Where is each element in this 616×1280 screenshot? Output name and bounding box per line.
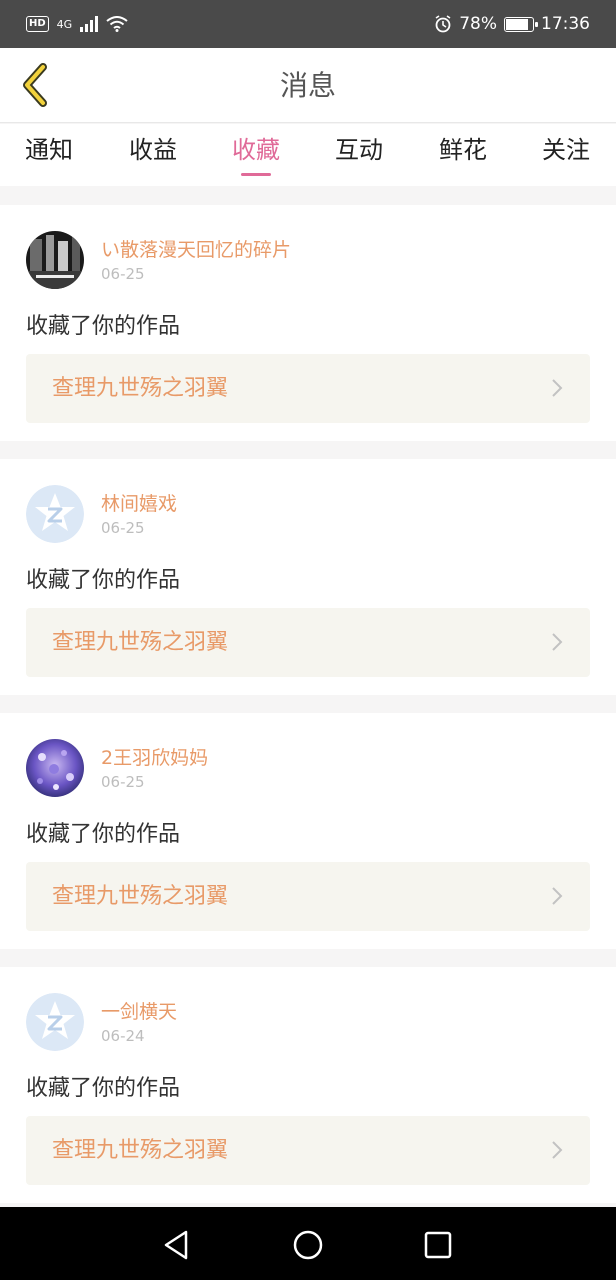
back-button[interactable] xyxy=(12,62,58,108)
action-text: 收藏了你的作品 xyxy=(26,314,181,339)
list-item: い散落漫天回忆的碎片 06-25 收藏了你的作品 查理九世殇之羽翼 xyxy=(0,205,616,441)
work-link[interactable]: 查理九世殇之羽翼 xyxy=(26,1116,590,1185)
list-item: 一剑横天 06-24 收藏了你的作品 查理九世殇之羽翼 xyxy=(0,967,616,1203)
alarm-icon xyxy=(435,15,451,33)
tab-label: 收藏 xyxy=(232,136,280,164)
action-text: 收藏了你的作品 xyxy=(26,822,181,847)
circle-home-icon xyxy=(293,1230,323,1260)
tab-label: 鲜花 xyxy=(439,136,487,164)
tab-bar: 通知 收益 收藏 互动 鲜花 关注 xyxy=(0,124,616,186)
nav-home-button[interactable] xyxy=(288,1225,328,1265)
work-title: 查理九世殇之羽翼 xyxy=(52,1138,229,1163)
action-text: 收藏了你的作品 xyxy=(26,568,181,593)
chevron-right-icon xyxy=(552,1141,563,1159)
work-title: 查理九世殇之羽翼 xyxy=(52,376,229,401)
chevron-right-icon xyxy=(552,887,563,905)
battery-percent: 78% xyxy=(459,14,497,34)
avatar[interactable] xyxy=(26,993,84,1051)
work-title: 查理九世殇之羽翼 xyxy=(52,884,229,909)
work-title: 查理九世殇之羽翼 xyxy=(52,630,229,655)
chevron-right-icon xyxy=(552,633,563,651)
nav-back-button[interactable] xyxy=(156,1225,196,1265)
battery-icon xyxy=(504,16,538,32)
page-title: 消息 xyxy=(279,69,336,102)
chevron-right-icon xyxy=(552,379,563,397)
nav-recents-button[interactable] xyxy=(418,1225,458,1265)
default-star-avatar-icon xyxy=(26,993,84,1051)
tab-notifications[interactable]: 通知 xyxy=(4,124,94,186)
default-star-avatar-icon xyxy=(26,485,84,543)
tab-label: 关注 xyxy=(542,136,590,164)
date: 06-24 xyxy=(101,1027,145,1045)
chevron-left-icon xyxy=(23,63,47,107)
active-tab-indicator xyxy=(241,173,271,176)
tab-interactions[interactable]: 互动 xyxy=(314,124,404,186)
triangle-back-icon xyxy=(164,1230,188,1260)
tab-earnings[interactable]: 收益 xyxy=(108,124,198,186)
avatar[interactable] xyxy=(26,485,84,543)
list-item: 林间嬉戏 06-25 收藏了你的作品 查理九世殇之羽翼 xyxy=(0,459,616,695)
username[interactable]: 一剑横天 xyxy=(101,997,177,1024)
tab-follows[interactable]: 关注 xyxy=(521,124,611,186)
photo-avatar-icon xyxy=(26,231,84,289)
username[interactable]: 林间嬉戏 xyxy=(101,489,177,516)
work-link[interactable]: 查理九世殇之羽翼 xyxy=(26,354,590,423)
photo-avatar-icon xyxy=(26,739,84,797)
app-header: 消息 xyxy=(0,48,616,123)
clock-time: 17:36 xyxy=(541,14,590,34)
username[interactable]: い散落漫天回忆的碎片 xyxy=(101,235,291,262)
tab-label: 互动 xyxy=(335,136,383,164)
date: 06-25 xyxy=(101,773,145,791)
work-link[interactable]: 查理九世殇之羽翼 xyxy=(26,608,590,677)
list-item: 2王羽欣妈妈 06-25 收藏了你的作品 查理九世殇之羽翼 xyxy=(0,713,616,949)
avatar[interactable] xyxy=(26,739,84,797)
tab-label: 通知 xyxy=(25,136,73,164)
hd-badge: HD xyxy=(26,16,49,32)
avatar[interactable] xyxy=(26,231,84,289)
square-recents-icon xyxy=(424,1231,452,1259)
tab-flowers[interactable]: 鲜花 xyxy=(418,124,508,186)
signal-icon xyxy=(80,16,99,32)
status-bar: HD 4G 78% 17:36 xyxy=(0,0,616,48)
username[interactable]: 2王羽欣妈妈 xyxy=(101,743,208,770)
system-nav-bar xyxy=(0,1207,616,1280)
date: 06-25 xyxy=(101,265,145,283)
tab-favorites[interactable]: 收藏 xyxy=(211,124,301,186)
tab-label: 收益 xyxy=(129,136,177,164)
wifi-icon xyxy=(106,16,128,32)
work-link[interactable]: 查理九世殇之羽翼 xyxy=(26,862,590,931)
network-label: 4G xyxy=(56,17,73,31)
action-text: 收藏了你的作品 xyxy=(26,1076,181,1101)
date: 06-25 xyxy=(101,519,145,537)
